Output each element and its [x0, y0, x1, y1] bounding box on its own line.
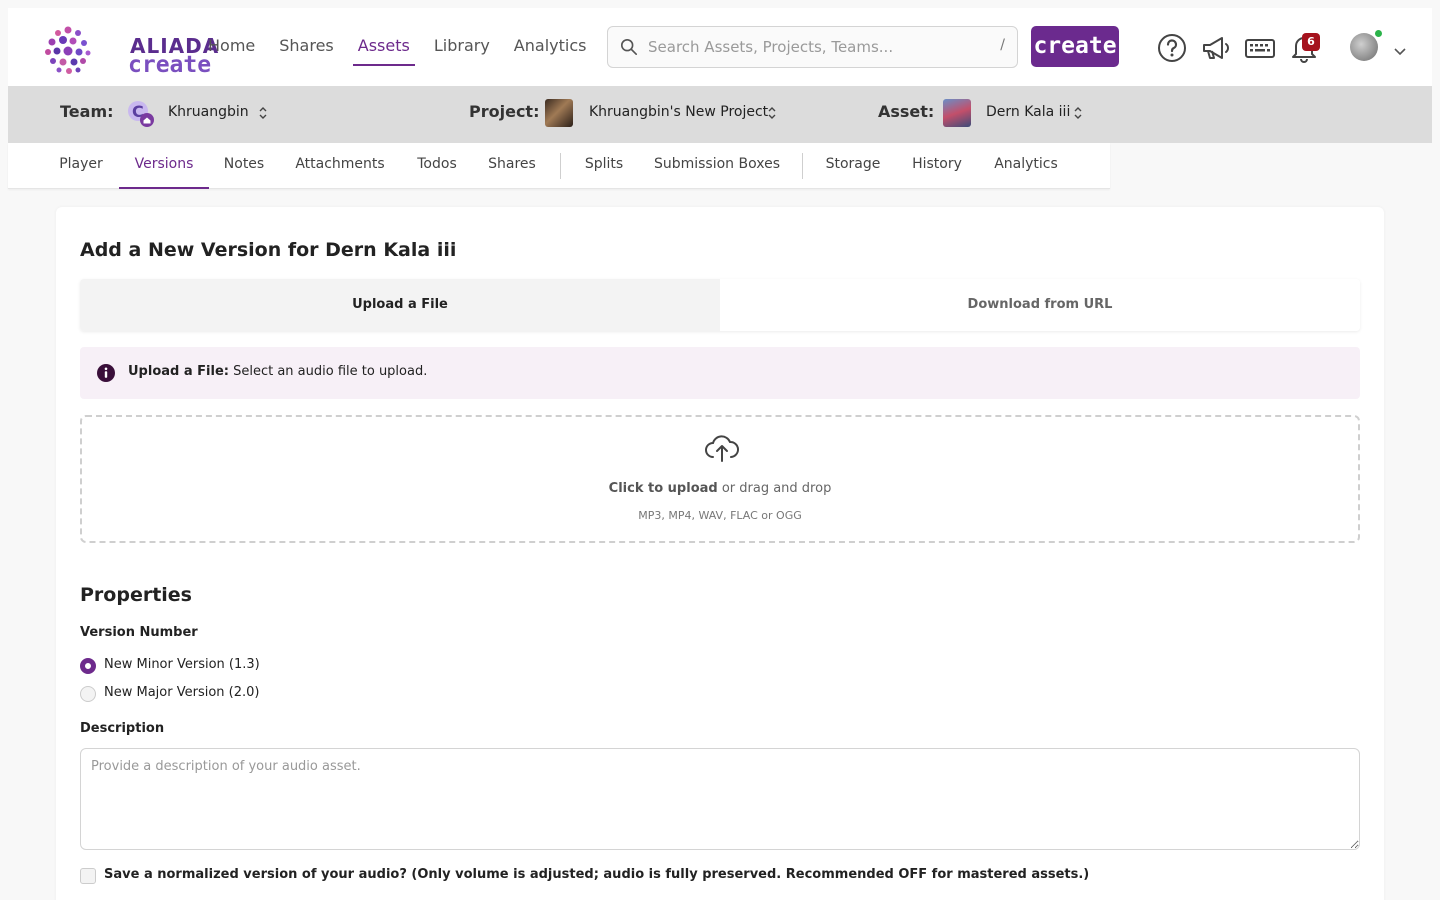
nav-analytics[interactable]: Analytics — [502, 8, 599, 86]
tab-notes[interactable]: Notes — [216, 143, 272, 189]
version-number-label: Version Number — [80, 625, 198, 640]
search-icon — [620, 38, 638, 56]
description-textarea[interactable] — [80, 748, 1360, 850]
main-nav: Home Shares Assets Library Analytics — [196, 8, 598, 86]
nav-assets[interactable]: Assets — [346, 8, 422, 86]
info-message: Upload a File: Select an audio file to u… — [128, 364, 427, 379]
tab-analytics[interactable]: Analytics — [985, 143, 1067, 189]
asset-selector[interactable]: Dern Kala iii — [986, 104, 1070, 120]
tab-todos[interactable]: Todos — [409, 143, 465, 189]
tab-shares[interactable]: Shares — [481, 143, 543, 189]
tab-history[interactable]: History — [904, 143, 970, 189]
aliada-logo[interactable]: ALIADA create — [42, 24, 218, 78]
upload-file-option[interactable]: Upload a File — [80, 279, 720, 331]
file-dropzone[interactable]: Click to upload or drag and drop MP3, MP… — [80, 415, 1360, 543]
help-icon[interactable] — [1156, 32, 1188, 64]
asset-thumbnail — [943, 99, 971, 127]
megaphone-icon[interactable] — [1200, 32, 1232, 64]
normalize-checkbox[interactable] — [80, 868, 96, 884]
top-bar: ALIADA create Home Shares Assets Library… — [8, 8, 1432, 86]
team-select-chevrons-icon[interactable] — [258, 105, 268, 121]
asset-select-chevrons-icon[interactable] — [1073, 105, 1083, 121]
asset-label: Asset: — [878, 102, 935, 121]
accepted-formats: MP3, MP4, WAV, FLAC or OGG — [638, 509, 802, 522]
page-title: Add a New Version for Dern Kala iii — [80, 239, 457, 261]
tab-storage[interactable]: Storage — [818, 143, 888, 189]
info-title: Upload a File: — [128, 364, 229, 379]
minor-version-radio[interactable] — [80, 658, 96, 674]
click-to-upload-link[interactable]: Click to upload — [609, 481, 718, 496]
project-label: Project: — [469, 102, 540, 121]
online-status-dot — [1374, 29, 1383, 38]
cloud-upload-icon — [705, 435, 739, 462]
tab-submission-boxes[interactable]: Submission Boxes — [647, 143, 787, 189]
info-text: Select an audio file to upload. — [228, 364, 428, 379]
tab-splits[interactable]: Splits — [576, 143, 632, 189]
team-selector[interactable]: Khruangbin — [168, 104, 249, 120]
context-bar: Team: C Khruangbin Project: Khruangbin's… — [8, 86, 1432, 143]
new-version-card: Add a New Version for Dern Kala iii Uplo… — [56, 207, 1384, 900]
tab-divider — [560, 153, 561, 179]
project-selector[interactable]: Khruangbin's New Project — [589, 104, 768, 120]
logo-dots-icon — [45, 26, 91, 74]
user-avatar[interactable] — [1350, 33, 1378, 61]
project-thumbnail — [545, 99, 573, 127]
source-segmented-control: Upload a File Download from URL — [80, 279, 1360, 331]
search-shortcut-hint: / — [1000, 37, 1005, 53]
team-avatar-icon: C — [128, 101, 154, 127]
dropzone-instructions: Click to upload or drag and drop — [82, 481, 1358, 496]
search-input[interactable] — [648, 35, 988, 59]
create-button[interactable]: create — [1031, 26, 1119, 67]
description-label: Description — [80, 721, 165, 736]
tab-versions[interactable]: Versions — [119, 143, 209, 189]
team-label: Team: — [60, 102, 114, 121]
major-version-label[interactable]: New Major Version (2.0) — [104, 685, 259, 700]
properties-heading: Properties — [80, 584, 192, 606]
project-select-chevrons-icon[interactable] — [767, 105, 777, 121]
download-url-option[interactable]: Download from URL — [720, 279, 1360, 331]
tab-attachments[interactable]: Attachments — [288, 143, 392, 189]
drag-drop-text: or drag and drop — [717, 481, 832, 496]
minor-version-label[interactable]: New Minor Version (1.3) — [104, 657, 260, 672]
chevron-down-icon[interactable] — [1394, 48, 1406, 56]
tab-player[interactable]: Player — [50, 143, 112, 189]
major-version-radio[interactable] — [80, 686, 96, 702]
info-icon — [97, 364, 115, 382]
nav-shares[interactable]: Shares — [267, 8, 346, 86]
info-alert: Upload a File: Select an audio file to u… — [80, 347, 1360, 399]
nav-home[interactable]: Home — [196, 8, 267, 86]
keyboard-icon[interactable] — [1244, 32, 1276, 64]
search-box: / — [607, 26, 1018, 68]
notification-count-badge: 6 — [1302, 33, 1320, 51]
tab-divider — [802, 153, 803, 179]
asset-tabs: Player Versions Notes Attachments Todos … — [8, 143, 1110, 189]
normalize-label[interactable]: Save a normalized version of your audio?… — [104, 867, 1089, 882]
nav-library[interactable]: Library — [422, 8, 502, 86]
